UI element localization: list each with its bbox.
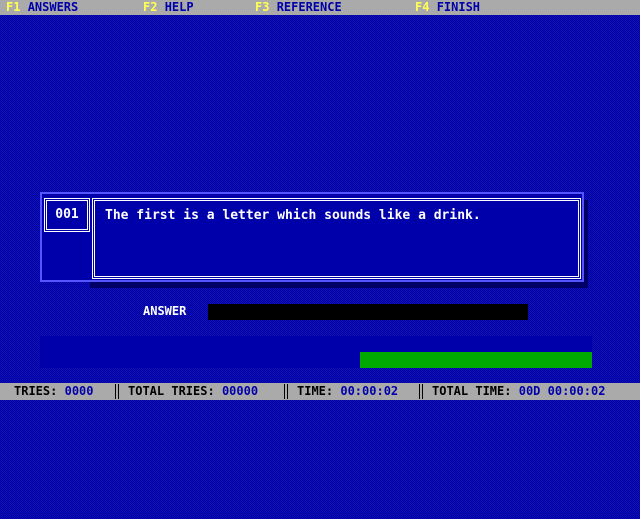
status-divider <box>284 384 288 399</box>
menu-answers-key: F1 <box>6 0 21 14</box>
menu-finish-label: FINISH <box>436 0 481 14</box>
menu-finish-key: F4 <box>415 0 430 14</box>
time-label: TIME: <box>297 384 334 398</box>
total-time-label: TOTAL TIME: <box>432 384 512 398</box>
progress-fill <box>360 352 592 368</box>
question-text: The first is a letter which sounds like … <box>92 198 581 279</box>
time-status: TIME: 00:00:02 <box>297 383 398 400</box>
question-number: 001 <box>44 198 90 232</box>
time-value: 00:00:02 <box>340 384 399 398</box>
total-tries-label: TOTAL TRIES: <box>128 384 215 398</box>
total-time-value: 00D 00:00:02 <box>518 384 606 398</box>
menu-answers[interactable]: F1 ANSWERS <box>6 0 78 15</box>
tries-label: TRIES: <box>14 384 58 398</box>
status-bar: TRIES: 0000 TOTAL TRIES: 00000 TIME: 00:… <box>0 383 640 400</box>
total-time-status: TOTAL TIME: 00D 00:00:02 <box>432 383 605 400</box>
total-tries-status: TOTAL TRIES: 00000 <box>128 383 258 400</box>
status-divider <box>419 384 423 399</box>
progress-track <box>40 336 592 368</box>
answer-label: ANSWER <box>143 304 187 318</box>
total-tries-value: 00000 <box>221 384 259 398</box>
function-key-bar: F1 ANSWERS F2 HELP F3 REFERENCE F4 FINIS… <box>0 0 640 15</box>
tries-status: TRIES: 0000 <box>14 383 94 400</box>
menu-help-key: F2 <box>143 0 158 14</box>
menu-reference[interactable]: F3 REFERENCE <box>255 0 342 15</box>
menu-answers-label: ANSWERS <box>27 0 79 14</box>
status-divider <box>115 384 119 399</box>
tries-value: 0000 <box>64 384 94 398</box>
answer-input[interactable] <box>208 304 528 320</box>
menu-help-label: HELP <box>164 0 194 14</box>
menu-finish[interactable]: F4 FINISH <box>415 0 480 15</box>
menu-help[interactable]: F2 HELP <box>143 0 194 15</box>
menu-reference-label: REFERENCE <box>276 0 342 14</box>
menu-reference-key: F3 <box>255 0 270 14</box>
